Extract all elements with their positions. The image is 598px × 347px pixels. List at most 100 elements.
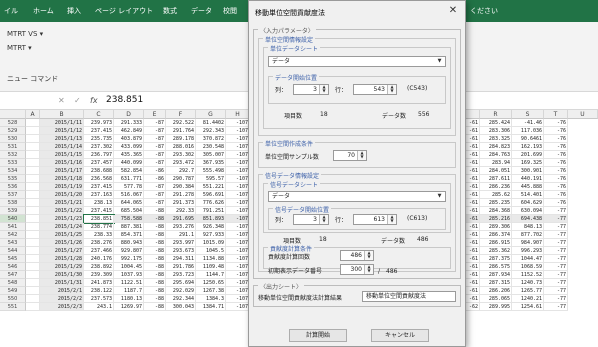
- cell[interactable]: [26, 127, 40, 135]
- cell[interactable]: -107: [226, 127, 250, 135]
- cell[interactable]: 1109.48: [196, 263, 226, 271]
- column-header[interactable]: E: [144, 110, 166, 119]
- close-icon[interactable]: ✕: [445, 4, 461, 18]
- cell[interactable]: -107: [226, 223, 250, 231]
- cell[interactable]: 237.573: [84, 295, 114, 303]
- cell[interactable]: 290.787: [166, 175, 196, 183]
- cell[interactable]: 237.415: [84, 183, 114, 191]
- cell[interactable]: -107: [226, 119, 250, 127]
- cell[interactable]: 2015/1/15: [40, 151, 84, 159]
- cell[interactable]: 169.325: [512, 159, 544, 167]
- cell[interactable]: 1068.59: [512, 263, 544, 271]
- cell[interactable]: -87: [144, 127, 166, 135]
- cell[interactable]: -87: [144, 191, 166, 199]
- cell[interactable]: -61: [466, 239, 480, 247]
- cell[interactable]: 791.251: [196, 207, 226, 215]
- cell[interactable]: 81.4402: [196, 119, 226, 127]
- cell[interactable]: -88: [144, 231, 166, 239]
- tab-insert[interactable]: 挿入: [67, 6, 81, 16]
- cell[interactable]: 631.771: [114, 175, 144, 183]
- row-header[interactable]: 528: [0, 119, 26, 127]
- cell[interactable]: 287.611: [480, 175, 512, 183]
- cell[interactable]: [26, 215, 40, 223]
- cell[interactable]: 237.466: [84, 247, 114, 255]
- cell[interactable]: 848.13: [512, 223, 544, 231]
- cell[interactable]: 291.278: [166, 191, 196, 199]
- cell[interactable]: 2015/2/2: [40, 295, 84, 303]
- row-header[interactable]: 534: [0, 167, 26, 175]
- cell[interactable]: 2015/1/11: [40, 119, 84, 127]
- cell[interactable]: 577.78: [114, 183, 144, 191]
- unit-col-spinner[interactable]: 3 ▲ ▼: [293, 84, 329, 95]
- column-header[interactable]: H: [226, 110, 250, 119]
- cell[interactable]: -76: [544, 167, 568, 175]
- cell[interactable]: -76: [544, 175, 568, 183]
- cell[interactable]: -61: [466, 135, 480, 143]
- cell[interactable]: 117.036: [512, 127, 544, 135]
- row-header[interactable]: 546: [0, 263, 26, 271]
- cell[interactable]: [26, 159, 40, 167]
- cell[interactable]: [26, 295, 40, 303]
- column-header[interactable]: D: [114, 110, 144, 119]
- cell[interactable]: 2015/1/29: [40, 263, 84, 271]
- column-header[interactable]: U: [568, 110, 598, 119]
- cell[interactable]: -87: [144, 151, 166, 159]
- cell[interactable]: 292.029: [166, 287, 196, 295]
- cell[interactable]: -77: [544, 223, 568, 231]
- cell[interactable]: -86: [144, 167, 166, 175]
- cell[interactable]: 291.333: [114, 119, 144, 127]
- cell[interactable]: 877.702: [512, 231, 544, 239]
- cell[interactable]: 285.235: [480, 199, 512, 207]
- cell[interactable]: 288.016: [166, 143, 196, 151]
- cell[interactable]: 238.774: [84, 223, 114, 231]
- cell[interactable]: [26, 183, 40, 191]
- cell[interactable]: 644.065: [114, 199, 144, 207]
- cell[interactable]: -77: [544, 255, 568, 263]
- spinner-arrows-icon[interactable]: ▲ ▼: [319, 215, 328, 224]
- column-header[interactable]: S: [512, 110, 544, 119]
- cell[interactable]: 604.629: [512, 199, 544, 207]
- cell[interactable]: 291.1: [166, 231, 196, 239]
- cell[interactable]: -61: [466, 183, 480, 191]
- cell[interactable]: 2015/2/1: [40, 287, 84, 295]
- cell[interactable]: -76: [544, 191, 568, 199]
- cell[interactable]: 292.343: [196, 127, 226, 135]
- cell[interactable]: 367.935: [196, 159, 226, 167]
- cell[interactable]: 1384.3: [196, 295, 226, 303]
- cell[interactable]: 555.498: [196, 167, 226, 175]
- cell[interactable]: -88: [144, 263, 166, 271]
- cell[interactable]: 287.934: [480, 271, 512, 279]
- function-icon[interactable]: fx: [90, 96, 98, 105]
- cell[interactable]: 293.997: [166, 239, 196, 247]
- cell[interactable]: 239.973: [84, 119, 114, 127]
- spinner-arrows-icon[interactable]: ▲ ▼: [364, 251, 373, 260]
- cell[interactable]: 289.178: [166, 135, 196, 143]
- cell[interactable]: -86: [144, 175, 166, 183]
- row-header[interactable]: 550: [0, 295, 26, 303]
- cell[interactable]: -61: [466, 223, 480, 231]
- cell[interactable]: -76: [544, 119, 568, 127]
- cell[interactable]: 283.94: [480, 159, 512, 167]
- chevron-down-icon[interactable]: ▼: [435, 193, 444, 200]
- cell[interactable]: 287.315: [480, 279, 512, 287]
- cell[interactable]: 239.309: [84, 271, 114, 279]
- cell[interactable]: [26, 279, 40, 287]
- cell[interactable]: 880.943: [114, 239, 144, 247]
- cell[interactable]: -77: [544, 295, 568, 303]
- cell[interactable]: 290.384: [166, 183, 196, 191]
- spinner-arrows-icon[interactable]: ▲ ▼: [364, 265, 373, 274]
- cell[interactable]: 286.575: [480, 263, 512, 271]
- row-header[interactable]: 549: [0, 287, 26, 295]
- column-header[interactable]: G: [196, 110, 226, 119]
- tab-home[interactable]: ホーム: [33, 6, 54, 16]
- cell[interactable]: -61: [466, 151, 480, 159]
- cell[interactable]: -88: [144, 279, 166, 287]
- cell[interactable]: -87: [144, 119, 166, 127]
- row-header[interactable]: 539: [0, 207, 26, 215]
- cell[interactable]: 286.236: [480, 183, 512, 191]
- signal-col-spinner[interactable]: 3 ▲ ▼: [293, 214, 329, 225]
- cell[interactable]: -88: [144, 223, 166, 231]
- chevron-down-icon[interactable]: ▼: [435, 58, 444, 65]
- column-header[interactable]: B: [40, 110, 84, 119]
- select-all-corner[interactable]: [0, 110, 26, 119]
